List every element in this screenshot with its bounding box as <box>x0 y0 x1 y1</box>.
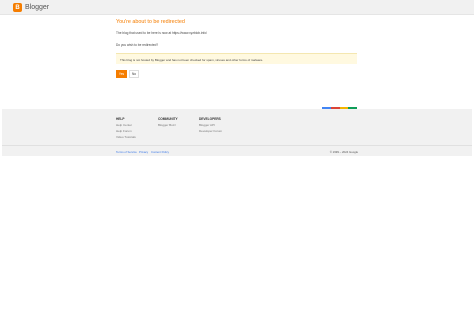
blogger-logo[interactable]: B Blogger <box>13 3 49 12</box>
redirect-message: The blog that used to be here is now at … <box>116 31 207 35</box>
footer-link-video-tutorials[interactable]: Video Tutorials <box>116 135 136 139</box>
notice-text: This blog is not hosted by Blogger and h… <box>120 57 264 62</box>
footer-link-help-center[interactable]: Help Center <box>116 123 136 127</box>
footer-heading-developers: DEVELOPERS <box>199 117 221 121</box>
footer-heading-community: COMMUNITY <box>158 117 178 121</box>
blogger-logo-icon: B <box>13 3 22 12</box>
footer-col-community: COMMUNITY Blogger Buzz <box>158 117 178 127</box>
footer-link-blogger-buzz[interactable]: Blogger Buzz <box>158 123 178 127</box>
copyright: © 1999 – 2024 Google <box>329 150 358 154</box>
redirect-panel: You're about to be redirected The blog t… <box>116 19 358 47</box>
page-title: You're about to be redirected <box>116 19 185 25</box>
footer-bottom: Terms of Service Privacy Content Policy … <box>2 145 472 157</box>
logo-text: Blogger <box>25 4 50 11</box>
footer-link-developer-forum[interactable]: Developer Forum <box>199 129 222 133</box>
footer-col-developers: DEVELOPERS Blogger API Developer Forum <box>199 117 222 133</box>
footer-col-help: HELP Help Center Help Forum Video Tutori… <box>116 117 136 139</box>
terms-link[interactable]: Terms of Service <box>116 150 137 154</box>
footer-link-blogger-api[interactable]: Blogger API <box>199 123 222 127</box>
footer-heading-help: HELP <box>116 117 125 121</box>
redirect-question: Do you wish to be redirected? <box>116 43 159 47</box>
footer-link-help-forum[interactable]: Help Forum <box>116 129 136 133</box>
privacy-link[interactable]: Privacy <box>139 150 148 154</box>
footer: HELP Help Center Help Forum Video Tutori… <box>2 109 472 156</box>
content-policy-link[interactable]: Content Policy <box>151 150 169 154</box>
malware-notice: This blog is not hosted by Blogger and h… <box>116 53 357 64</box>
yes-button[interactable]: Yes <box>116 70 127 78</box>
top-bar: B Blogger <box>0 0 474 15</box>
no-button[interactable]: No <box>129 70 139 78</box>
